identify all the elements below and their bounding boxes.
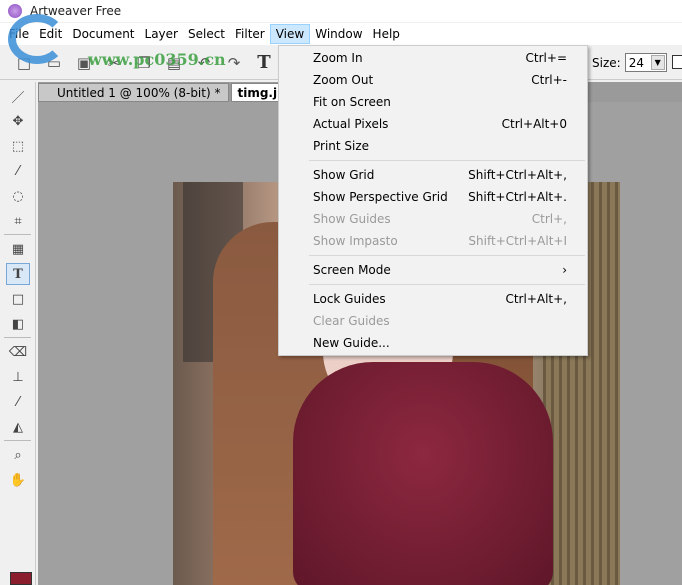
crop-icon[interactable]: ⌗	[6, 210, 30, 232]
title-bar: Artweaver Free	[0, 0, 682, 22]
menu-view[interactable]: View	[269, 24, 311, 44]
brush-tool-icon[interactable]: ／	[6, 85, 30, 107]
chevron-right-icon: ›	[562, 263, 567, 277]
menu-item-new-guide[interactable]: New Guide...	[279, 332, 587, 354]
option-checkbox[interactable]	[672, 55, 682, 69]
menu-item-print-size[interactable]: Print Size	[279, 135, 587, 157]
fill-icon[interactable]: ◭	[6, 416, 30, 438]
size-select[interactable]: 24 ▼	[624, 53, 667, 72]
menu-item-show-guides: Show Guides Ctrl+,	[313, 212, 567, 226]
menu-separator	[309, 160, 585, 161]
eraser-icon[interactable]: ⌫	[6, 341, 30, 363]
menu-item-show-perspective-grid[interactable]: Show Perspective Grid Shift+Ctrl+Alt+.	[279, 186, 587, 208]
chevron-down-icon[interactable]: ▼	[650, 55, 665, 70]
menu-item-clear-guides: Clear Guides	[313, 314, 390, 328]
stamp-icon[interactable]: ⊥	[6, 366, 30, 388]
menu-window[interactable]: Window	[310, 25, 367, 43]
menu-item-zoom-out[interactable]: Zoom Out Ctrl+-	[279, 69, 587, 91]
view-menu-dropdown: Zoom In Ctrl+= Zoom Out Ctrl+- Fit on Scre…	[278, 45, 588, 356]
menu-item-zoom-in[interactable]: Zoom In Ctrl+=	[279, 47, 587, 69]
watermark-url: www.pc0359.cn	[88, 50, 226, 69]
menu-item-fit-on-screen[interactable]: Fit on Screen	[279, 91, 587, 113]
size-label: Size:	[592, 55, 621, 70]
menu-bar: File Edit Document Layer Select Filter V…	[0, 23, 682, 45]
menu-help[interactable]: Help	[368, 25, 405, 43]
menu-document[interactable]: Document	[67, 25, 139, 43]
size-control: Size: 24 ▼	[592, 53, 667, 72]
menu-filter[interactable]: Filter	[230, 25, 270, 43]
menu-item-show-impasto: Show Impasto Shift+Ctrl+Alt+I	[313, 234, 567, 248]
hand-icon[interactable]: ✋	[6, 469, 30, 491]
shape-icon[interactable]: □	[6, 288, 30, 310]
menu-select[interactable]: Select	[183, 25, 230, 43]
redo-icon[interactable]: ↷	[224, 53, 244, 73]
tab-untitled[interactable]: Untitled 1 @ 100% (8-bit) *	[38, 83, 230, 102]
text-tool-icon[interactable]: T	[6, 263, 30, 285]
menu-item-actual-pixels[interactable]: Actual Pixels Ctrl+Alt+0	[279, 113, 587, 135]
text-tool-icon[interactable]: T	[254, 52, 274, 73]
size-value: 24	[628, 55, 644, 70]
rect-select-icon[interactable]: ⬚	[6, 135, 30, 157]
menu-item-lock-guides[interactable]: Lock Guides Ctrl+Alt+,	[279, 288, 587, 310]
move-tool-icon[interactable]: ✥	[6, 110, 30, 132]
lasso-icon[interactable]: ◌	[6, 185, 30, 207]
gradient-icon[interactable]: ◧	[6, 313, 30, 335]
magic-wand-icon[interactable]: ⁄	[6, 160, 30, 182]
menu-separator	[309, 284, 585, 285]
menu-item-show-grid[interactable]: Show Grid Shift+Ctrl+Alt+,	[279, 164, 587, 186]
watermark-logo	[8, 14, 66, 64]
tools-panel: ／ ✥ ⬚ ⁄ ◌ ⌗ ▦ T □ ◧ ⌫ ⊥ ⁄ ◭ ⌕ ✋	[0, 82, 36, 585]
app-logo-icon	[8, 4, 22, 18]
menu-layer[interactable]: Layer	[140, 25, 183, 43]
eyedropper-icon[interactable]: ⁄	[6, 391, 30, 413]
menu-separator	[309, 255, 585, 256]
menu-item-screen-mode[interactable]: Screen Mode ›	[279, 259, 587, 281]
zoom-icon[interactable]: ⌕	[6, 444, 30, 466]
color-swatch[interactable]	[10, 572, 32, 585]
perspective-icon[interactable]: ▦	[6, 238, 30, 260]
